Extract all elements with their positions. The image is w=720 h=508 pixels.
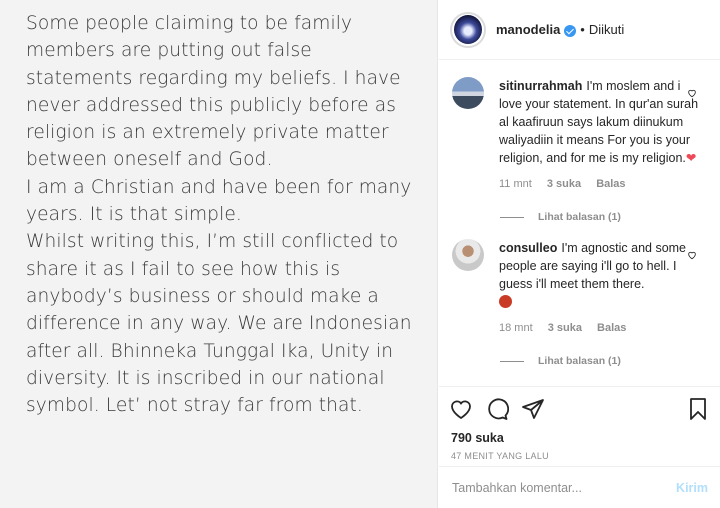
comment-bubble-icon[interactable]	[485, 397, 509, 421]
comment-meta: 18 mnt 3 suka Balas	[499, 319, 704, 337]
author-avatar[interactable]	[450, 11, 486, 48]
comment-time[interactable]: 18 mnt	[499, 322, 533, 334]
post-header: manodelia • Diikuti	[439, 0, 720, 60]
post-timestamp[interactable]: 47 MENIT YANG LALU	[449, 451, 710, 461]
comment-likes[interactable]: 3 suka	[547, 178, 581, 190]
comment-content: consulleo I'm agnostic and some people ar…	[499, 239, 704, 311]
author-avatar-image	[454, 15, 482, 44]
comment-username[interactable]: sitinurrahmah	[499, 79, 582, 93]
devil-emoji-icon	[499, 295, 512, 308]
like-comment-heart-icon[interactable]	[687, 250, 697, 260]
red-heart-emoji: ❤	[685, 151, 697, 165]
post-actions: 790 suka 47 MENIT YANG LALU	[439, 386, 720, 461]
comment-meta: 11 mnt 3 suka Balas	[499, 175, 704, 193]
comment-content: sitinurrahmah I'm moslem and i love your …	[499, 77, 704, 167]
save-bookmark-icon[interactable]	[686, 397, 710, 421]
comment: sitinurrahmah I'm moslem and i love your …	[452, 77, 720, 193]
header-separator: •	[580, 22, 585, 37]
post-paragraph-1: Some people claiming to be family member…	[26, 13, 401, 171]
likes-count[interactable]: 790 suka	[449, 431, 710, 445]
post-text: Some people claiming to be family member…	[26, 10, 413, 419]
post-image: Some people claiming to be family member…	[0, 0, 438, 508]
comment-input[interactable]	[452, 480, 677, 495]
view-replies-button[interactable]: Lihat balasan (1)	[500, 355, 720, 367]
action-icons	[449, 393, 710, 425]
commenter-avatar[interactable]	[452, 77, 484, 109]
share-paper-plane-icon[interactable]	[521, 397, 545, 421]
comment-likes[interactable]: 3 suka	[548, 322, 582, 334]
verified-badge-icon	[564, 24, 577, 37]
comment-username[interactable]: consulleo	[499, 241, 557, 255]
like-comment-heart-icon[interactable]	[687, 88, 697, 98]
comments-list[interactable]: sitinurrahmah I'm moslem and i love your …	[439, 61, 720, 386]
commenter-avatar[interactable]	[452, 239, 484, 271]
post-comment-button[interactable]: Kirim	[676, 481, 708, 495]
like-heart-icon[interactable]	[449, 397, 473, 421]
reply-button[interactable]: Balas	[596, 178, 625, 190]
view-replies-button[interactable]: Lihat balasan (1)	[500, 211, 720, 223]
reply-button[interactable]: Balas	[597, 322, 626, 334]
post-paragraph-3: Whilst writing this, I’m still conflicte…	[26, 231, 412, 417]
post-paragraph-2: I am a Christian and have been for many …	[26, 176, 412, 226]
follow-status-button[interactable]: Diikuti	[589, 22, 624, 37]
comment: consulleo I'm agnostic and some people ar…	[452, 239, 720, 337]
author-username[interactable]: manodelia	[496, 22, 560, 37]
add-comment-bar: Kirim	[439, 466, 720, 508]
comment-time[interactable]: 11 mnt	[499, 178, 532, 190]
post-sidebar: manodelia • Diikuti sitinurrahmah I'm mos…	[439, 0, 720, 508]
